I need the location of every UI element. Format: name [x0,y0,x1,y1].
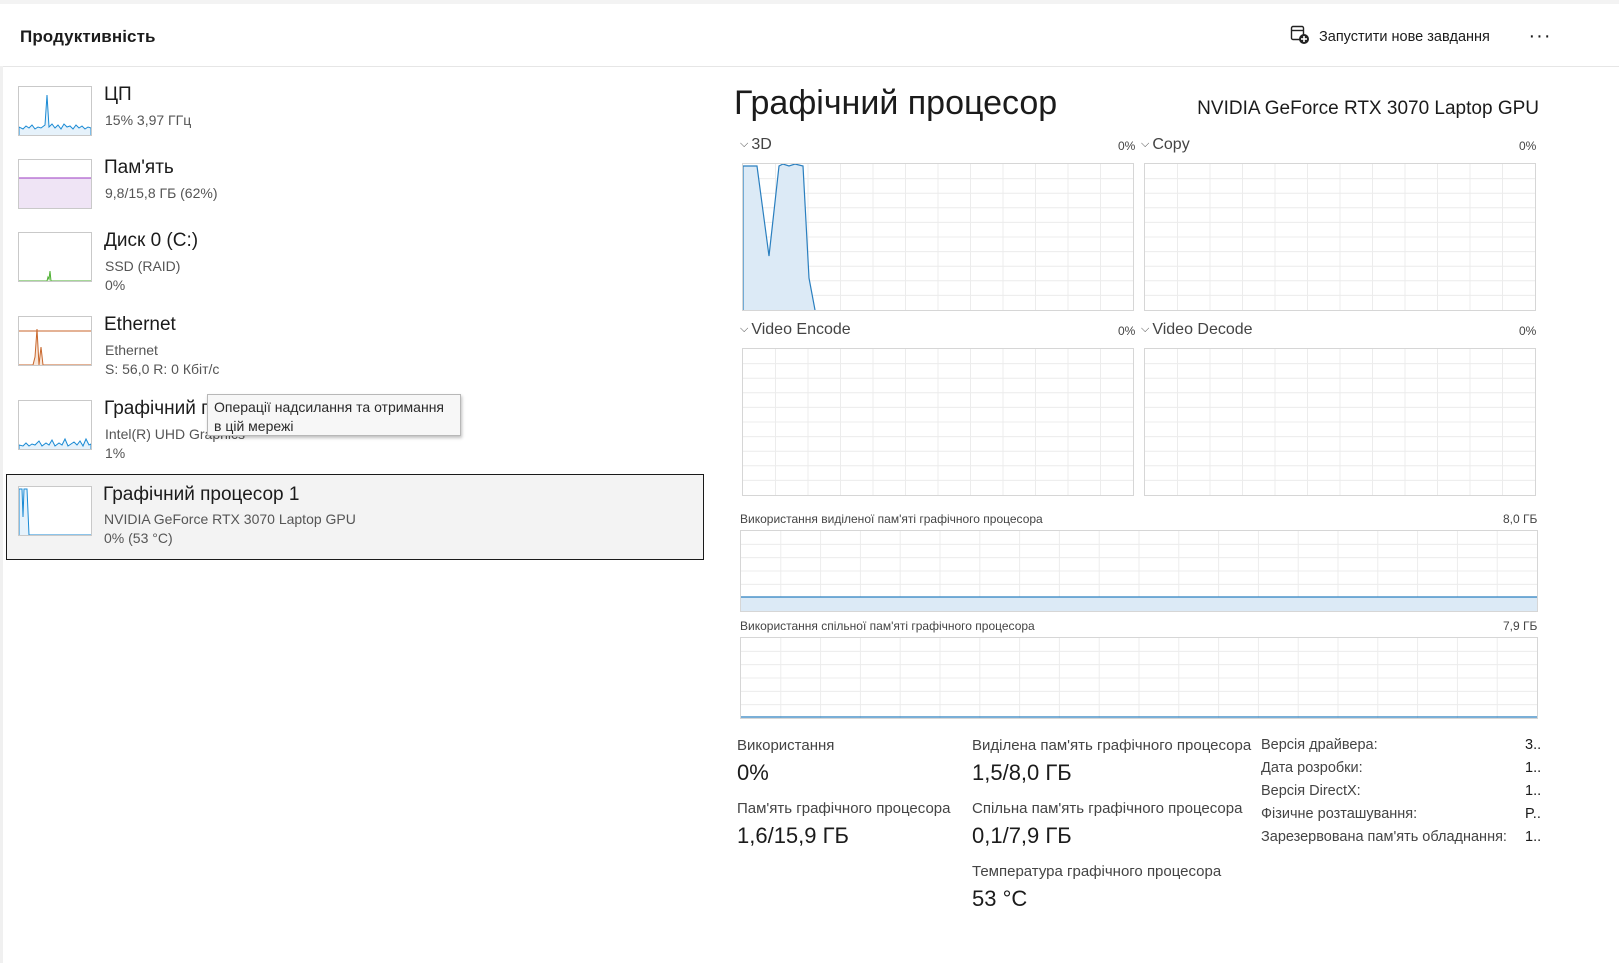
sidebar-item-name: Диск 0 (C:) [104,230,199,251]
left-edge [0,66,3,963]
engine-label: 3D [751,136,772,153]
engine-video-decode-selector[interactable]: ⌵ Video Decode [1141,321,1253,339]
dedicated-memory-plot [741,531,1537,611]
physical-location-label: Фізичне розташування: [1261,806,1418,822]
disk-thumbnail-graph [18,232,92,282]
engine-copy-graph [1144,163,1536,311]
engine-label: Video Decode [1152,321,1253,338]
engine-video-decode-graph [1144,348,1536,496]
sidebar-item-name: Пам'ять [104,157,174,178]
sidebar-item-name: Графічний процесор 1 [103,484,300,505]
engine-pct: 0% [1118,139,1136,153]
engine-3d-selector[interactable]: ⌵ 3D [740,136,772,154]
ethernet-thumbnail-graph [18,316,92,366]
dedicated-memory-max: 8,0 ГБ [1503,512,1538,526]
graph-gridlines [743,349,1133,495]
new-task-label: Запустити нове завдання [1319,29,1490,45]
sidebar-item-sub: S: 56,0 R: 0 Кбіт/с [105,361,220,377]
reserved-memory-value: 1.. [1525,829,1542,845]
chevron-down-icon: ⌵ [740,138,749,150]
gpu-memory-value: 1,6/15,9 ГБ [737,823,849,848]
cpu-thumbnail-graph [18,86,92,136]
reserved-memory-label: Зарезервована пам'ять обладнання: [1261,829,1507,845]
driver-version-label: Версія драйвера: [1261,737,1378,753]
page-title: Продуктивність [20,27,156,46]
sidebar-item-cpu[interactable]: ЦП 15% 3,97 ГГц [8,80,704,162]
new-task-icon [1290,25,1310,49]
sidebar-item-name: ЦП [104,84,132,105]
gpu0-thumbnail-graph [18,400,92,450]
gpu-title: Графічний процесор [734,84,1058,122]
sidebar-item-sub: 1% [105,445,126,461]
dedicated-memory-stat-value: 1,5/8,0 ГБ [972,760,1072,785]
sidebar-item-sub: 0% (53 °C) [104,530,173,546]
gpu-model-name: NVIDIA GeForce RTX 3070 Laptop GPU [1197,98,1539,119]
ethernet-tooltip: Операції надсилання та отримання в цій м… [207,394,461,436]
sidebar-item-sub: 9,8/15,8 ГБ (62%) [105,185,218,201]
engine-video-encode-graph [742,348,1134,496]
chevron-down-icon: ⌵ [1141,138,1150,150]
engine-video-encode-selector[interactable]: ⌵ Video Encode [740,321,851,339]
dedicated-memory-label: Використання виділеної пам'яті графічног… [740,512,1043,526]
engine-video-decode-plot [1145,349,1535,495]
driver-date-value: 1.. [1525,760,1542,776]
shared-memory-stat-label: Спільна пам'ять графічного процесора [972,800,1243,817]
gpu1-thumbnail-graph [18,486,92,536]
engine-copy-selector[interactable]: ⌵ Copy [1141,136,1190,154]
temperature-value: 53 °C [972,886,1028,911]
directx-version-value: 1.. [1525,783,1542,799]
dedicated-memory-stat-label: Виділена пам'ять графічного процесора [972,737,1252,754]
page-header: Продуктивність Запустити нове завдання ·… [0,4,1619,67]
engine-pct: 0% [1118,324,1136,338]
driver-date-label: Дата розробки: [1261,760,1363,776]
graph-gridlines [1145,349,1535,495]
memory-thumbnail-graph [18,159,92,209]
engine-label: Video Encode [751,321,851,338]
more-options-button[interactable]: ··· [1526,22,1554,50]
driver-version-value: 3.. [1525,737,1542,753]
sidebar-item-name: Ethernet [104,314,176,335]
temperature-label: Температура графічного процесора [972,863,1222,880]
sidebar-item-sub: NVIDIA GeForce RTX 3070 Laptop GPU [104,511,356,527]
engine-3d-plot [742,163,1133,311]
engine-label: Copy [1152,136,1190,153]
tooltip-line: Операції надсилання та отримання [214,399,445,415]
usage-value: 0% [737,760,769,785]
engine-3d-graph [742,163,1134,311]
sidebar-item-memory[interactable]: Пам'ять 9,8/15,8 ГБ (62%) [8,153,704,235]
sidebar-item-gpu1[interactable]: Графічний процесор 1 NVIDIA GeForce RTX … [6,474,704,560]
tooltip-line: в цій мережі [214,418,294,434]
engine-pct: 0% [1519,139,1537,153]
engine-pct: 0% [1519,324,1537,338]
sidebar-item-sub: 0% [105,277,126,293]
sidebar-item-sub: 15% 3,97 ГГц [105,112,192,128]
graph-gridlines [741,638,1537,718]
usage-label: Використання [737,737,835,754]
dedicated-memory-graph [740,530,1538,612]
gpu-memory-label: Пам'ять графічного процесора [737,800,951,817]
sidebar-item-disk[interactable]: Диск 0 (C:) SSD (RAID) 0% [8,226,704,308]
shared-memory-stat-value: 0,1/7,9 ГБ [972,823,1072,848]
shared-memory-plot [741,638,1537,718]
shared-memory-label: Використання спільної пам'яті графічного… [740,619,1035,633]
sidebar-item-sub: Ethernet [105,342,158,358]
chevron-down-icon: ⌵ [740,323,749,335]
graph-gridlines [1145,164,1535,310]
engine-video-encode-plot [743,349,1133,495]
engine-copy-plot [1145,164,1535,310]
sidebar-item-ethernet[interactable]: Ethernet Ethernet S: 56,0 R: 0 Кбіт/с [8,310,704,392]
shared-memory-graph [740,637,1538,719]
shared-memory-max: 7,9 ГБ [1503,619,1538,633]
physical-location-value: P.. [1525,806,1541,822]
chevron-down-icon: ⌵ [1141,323,1150,335]
new-task-button[interactable]: Запустити нове завдання [1290,24,1490,50]
sidebar-item-sub: SSD (RAID) [105,258,181,274]
directx-version-label: Версія DirectX: [1261,783,1361,799]
